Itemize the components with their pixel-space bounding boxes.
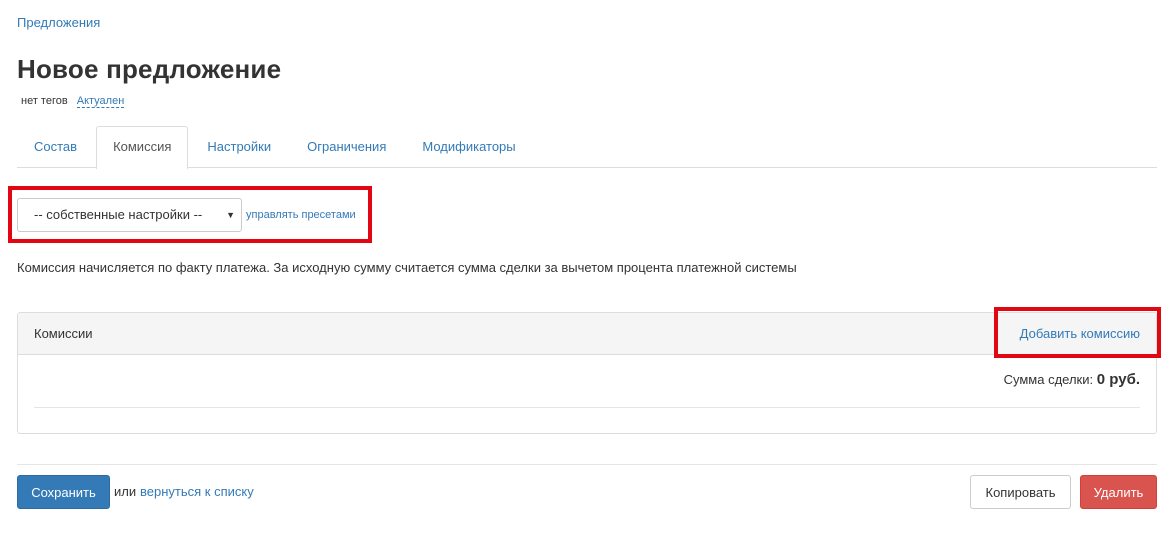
tab-modifiers[interactable]: Модификаторы [405, 126, 532, 168]
preset-select[interactable]: -- собственные настройки -- ▼ [17, 198, 242, 232]
tab-composition[interactable]: Состав [17, 126, 94, 168]
breadcrumb-link[interactable]: Предложения [17, 15, 100, 30]
commissions-panel: Комиссии Добавить комиссию Сумма сделки:… [17, 312, 1157, 434]
status-link[interactable]: Актуален [76, 95, 125, 108]
preset-select-value: -- собственные настройки -- [34, 207, 203, 222]
delete-button[interactable]: Удалить [1080, 475, 1157, 509]
tab-settings[interactable]: Настройки [190, 126, 288, 168]
save-button[interactable]: Сохранить [17, 475, 110, 509]
commissions-panel-title: Комиссии [34, 326, 93, 341]
manage-presets-link[interactable]: управлять пресетами [246, 209, 356, 221]
or-text: или [114, 484, 137, 499]
back-to-list-link[interactable]: вернуться к списку [140, 484, 254, 499]
commissions-panel-heading: Комиссии Добавить комиссию [18, 313, 1156, 355]
deal-sum-value: 0 руб. [1096, 371, 1140, 388]
copy-button[interactable]: Копировать [970, 475, 1071, 509]
tab-commission[interactable]: Комиссия [96, 126, 189, 169]
deal-sum-label: Сумма сделки: [1003, 372, 1094, 387]
tabs-bar: Состав Комиссия Настройки Ограничения Мо… [17, 126, 1157, 169]
tab-restrictions[interactable]: Ограничения [290, 126, 403, 168]
page-title: Новое предложение [17, 54, 282, 84]
add-commission-highlight-frame [994, 307, 1161, 358]
offer-meta: нет тегов Актуален [21, 95, 125, 108]
panel-divider [34, 407, 1140, 408]
commission-info-text: Комиссия начисляется по факту платежа. З… [17, 260, 797, 275]
tags-label: нет тегов [21, 95, 68, 107]
deal-sum: Сумма сделки: 0 руб. [1004, 371, 1140, 388]
caret-down-icon: ▼ [226, 210, 235, 220]
footer-divider [17, 464, 1157, 465]
